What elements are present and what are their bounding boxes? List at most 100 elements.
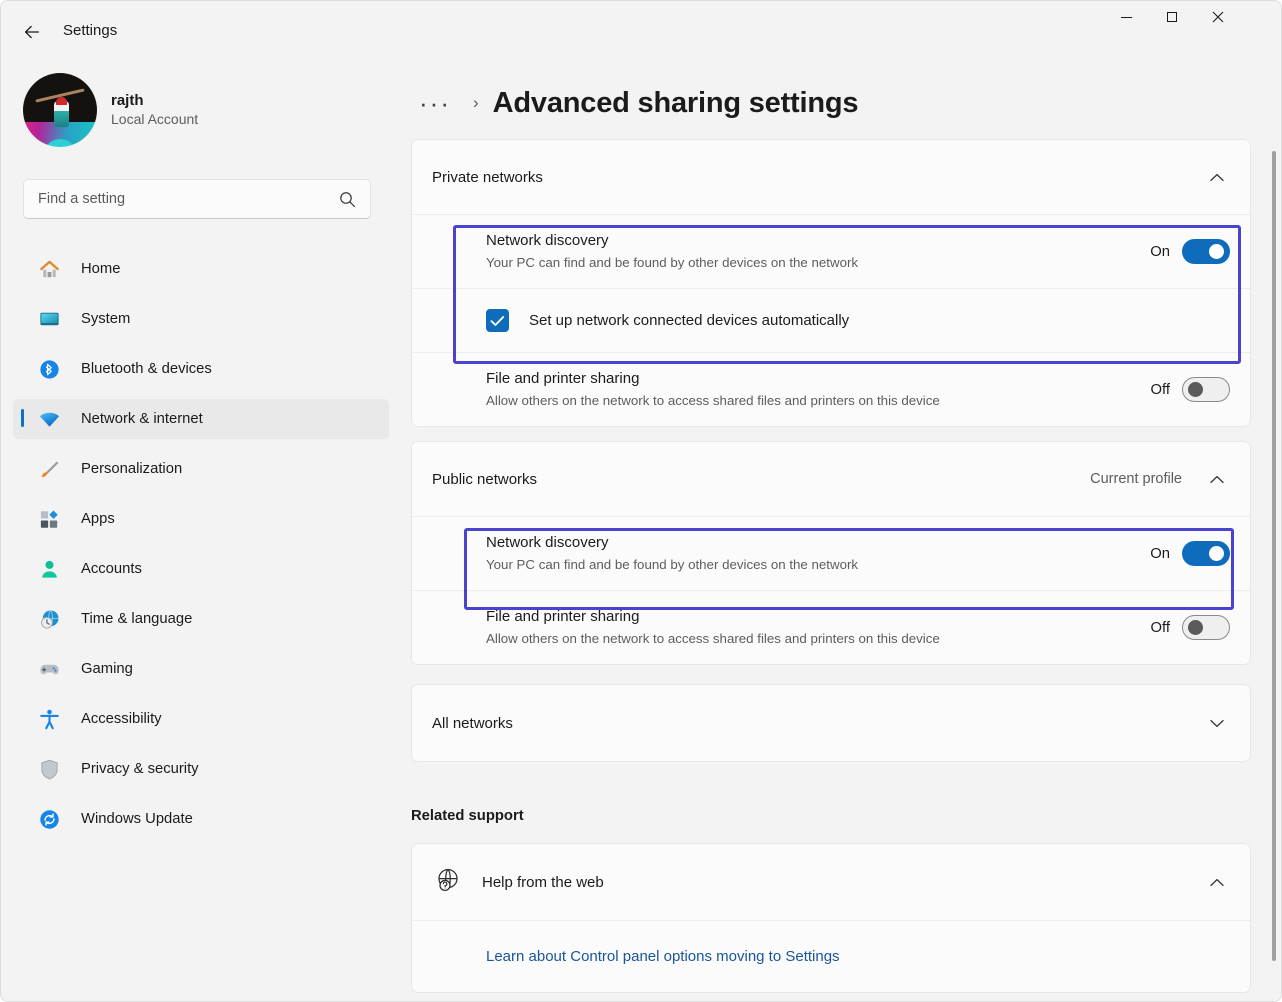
search-icon (339, 191, 356, 208)
toggle-state-label: Off (1151, 382, 1170, 398)
chevron-down-icon (1204, 719, 1230, 728)
sidebar-item-personalization[interactable]: Personalization (13, 449, 389, 489)
sidebar-item-label: Accounts (81, 561, 142, 577)
sidebar-item-bluetooth[interactable]: Bluetooth & devices (13, 349, 389, 389)
private-networks-card: Private networks Network discovery Your … (411, 139, 1251, 427)
toggle-state-label: Off (1151, 620, 1170, 636)
account-tile[interactable]: rajth Local Account (23, 73, 198, 147)
search-input[interactable] (24, 191, 339, 207)
toggle-state-label: On (1150, 244, 1170, 260)
update-sync-icon (37, 807, 61, 831)
scrollbar-track[interactable] (1267, 151, 1279, 1002)
sidebar-item-label: Windows Update (81, 811, 193, 827)
sidebar-item-network-internet[interactable]: Network & internet (13, 399, 389, 439)
chevron-up-icon (1204, 878, 1230, 887)
sidebar-item-label: Gaming (81, 661, 133, 677)
related-support-heading: Related support (411, 808, 524, 824)
help-from-web-card: Help from the web Learn about Control pa… (411, 843, 1251, 993)
toggle-knob (1188, 382, 1203, 397)
content-pane: ··· › Advanced sharing settings Private … (401, 63, 1282, 1002)
sidebar-item-home[interactable]: Home (13, 249, 389, 289)
settings-window: Settings rajth Local Account (0, 0, 1282, 1002)
breadcrumb-overflow-button[interactable]: ··· (409, 93, 461, 113)
sidebar-item-accessibility[interactable]: Accessibility (13, 699, 389, 739)
arrow-left-icon (22, 22, 42, 42)
shield-icon (37, 757, 61, 781)
sidebar-item-privacy-security[interactable]: Privacy & security (13, 749, 389, 789)
sidebar: rajth Local Account (1, 63, 401, 1002)
sidebar-item-label: Network & internet (81, 411, 203, 427)
public-file-printer-sharing-row: File and printer sharing Allow others on… (412, 590, 1250, 664)
help-link-control-panel[interactable]: Learn about Control panel options moving… (486, 948, 840, 965)
sidebar-item-system[interactable]: System (13, 299, 389, 339)
public-networks-card: Public networks Current profile Network … (411, 441, 1251, 665)
minimize-button[interactable] (1103, 1, 1149, 33)
row-subtitle: Allow others on the network to access sh… (486, 391, 1151, 410)
private-network-discovery-toggle[interactable] (1182, 239, 1230, 264)
row-subtitle: Your PC can find and be found by other d… (486, 555, 1150, 574)
auto-setup-label: Set up network connected devices automat… (529, 312, 849, 329)
page-title: Advanced sharing settings (493, 87, 859, 120)
auto-setup-row: Set up network connected devices automat… (412, 288, 1250, 352)
globe-help-icon (434, 866, 462, 899)
private-file-printer-sharing-toggle[interactable] (1182, 377, 1230, 402)
help-from-web-header[interactable]: Help from the web (412, 844, 1250, 920)
avatar-hat (56, 97, 67, 105)
sidebar-item-accounts[interactable]: Accounts (13, 549, 389, 589)
home-icon (37, 257, 61, 281)
toggle-knob (1188, 620, 1203, 635)
help-from-web-title: Help from the web (482, 874, 1204, 891)
row-subtitle: Allow others on the network to access sh… (486, 629, 1151, 648)
row-title: File and printer sharing (486, 369, 1151, 389)
sidebar-item-apps[interactable]: Apps (13, 499, 389, 539)
clock-globe-icon (37, 607, 61, 631)
public-file-printer-sharing-toggle[interactable] (1182, 615, 1230, 640)
public-networks-title: Public networks (432, 471, 1090, 488)
public-network-discovery-toggle[interactable] (1182, 541, 1230, 566)
sidebar-item-label: Personalization (81, 461, 182, 477)
auto-setup-checkbox[interactable] (486, 309, 509, 332)
minimize-icon (1121, 17, 1132, 18)
current-profile-label: Current profile (1090, 471, 1182, 487)
public-networks-header[interactable]: Public networks Current profile (412, 442, 1250, 516)
row-title: Network discovery (486, 533, 1150, 553)
back-button[interactable] (13, 15, 51, 49)
monitor-icon (37, 307, 61, 331)
paintbrush-icon (37, 457, 61, 481)
account-name: rajth (111, 91, 198, 110)
private-networks-header[interactable]: Private networks (412, 140, 1250, 214)
person-icon (37, 557, 61, 581)
account-type: Local Account (111, 110, 198, 129)
toggle-knob (1209, 244, 1224, 259)
private-network-discovery-row: Network discovery Your PC can find and b… (412, 214, 1250, 288)
bluetooth-icon (37, 357, 61, 381)
sidebar-item-label: Apps (81, 511, 115, 527)
accessibility-icon (37, 707, 61, 731)
scrollbar-thumb[interactable] (1272, 151, 1276, 961)
breadcrumb: ··· › Advanced sharing settings (409, 75, 858, 131)
private-networks-title: Private networks (432, 169, 1204, 186)
sidebar-nav: Home System (13, 249, 389, 849)
help-link-row: Learn about Control panel options moving… (412, 920, 1250, 992)
sidebar-item-label: Privacy & security (81, 761, 199, 777)
wifi-icon (37, 407, 61, 431)
all-networks-header[interactable]: All networks (412, 685, 1250, 761)
title-bar: Settings (1, 1, 1282, 63)
chevron-right-icon: › (461, 93, 493, 113)
maximize-button[interactable] (1149, 1, 1195, 33)
sidebar-item-label: Time & language (81, 611, 192, 627)
sidebar-item-windows-update[interactable]: Windows Update (13, 799, 389, 839)
close-button[interactable] (1195, 1, 1241, 33)
sidebar-item-label: Accessibility (81, 711, 162, 727)
sidebar-item-time-language[interactable]: Time & language (13, 599, 389, 639)
sidebar-item-label: Home (81, 261, 120, 277)
row-title: File and printer sharing (486, 607, 1151, 627)
app-title: Settings (63, 22, 117, 39)
gamepad-icon (37, 657, 61, 681)
sidebar-item-gaming[interactable]: Gaming (13, 649, 389, 689)
sidebar-item-label: Bluetooth & devices (81, 361, 212, 377)
search-box[interactable] (23, 179, 371, 219)
avatar (23, 73, 97, 147)
toggle-knob (1209, 546, 1224, 561)
maximize-icon (1167, 12, 1177, 22)
